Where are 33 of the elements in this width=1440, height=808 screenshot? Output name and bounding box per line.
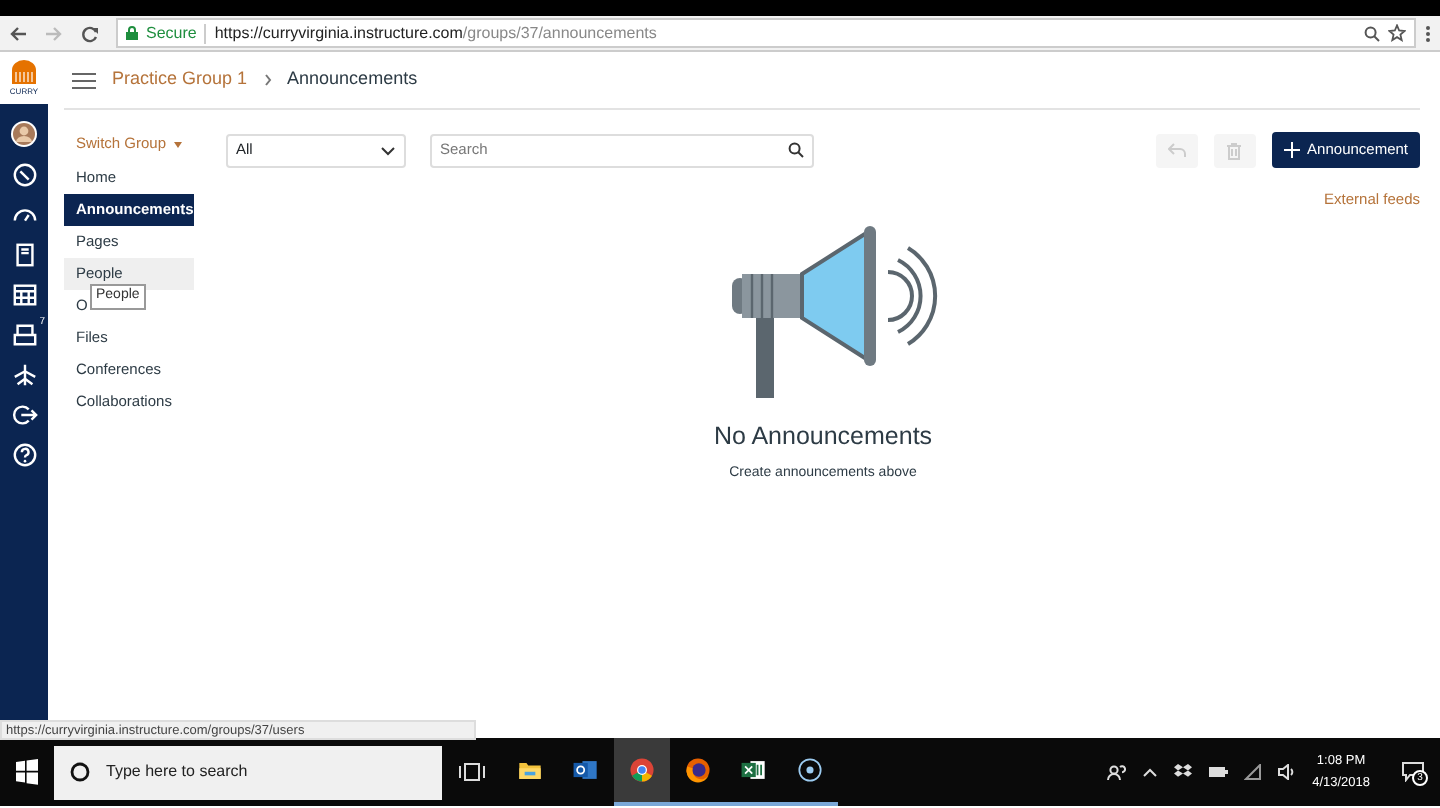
search-icon[interactable] <box>70 762 90 782</box>
search-icon[interactable] <box>788 142 804 158</box>
book-icon[interactable] <box>11 242 37 268</box>
lock-icon <box>126 26 138 40</box>
chevron-icon <box>263 74 272 86</box>
breadcrumb-link[interactable]: Practice Group 1 <box>112 66 248 94</box>
reload-icon[interactable] <box>80 23 100 43</box>
page-title: Announcements <box>287 66 418 93</box>
taskbar-app-button[interactable] <box>614 738 670 806</box>
logout-icon[interactable] <box>11 402 37 428</box>
notification-icon[interactable] <box>1402 762 1424 782</box>
empty-state-title: No Announcements <box>713 420 933 455</box>
url-text: https://curryvirginia.instructure.com/groups/37/announcements <box>214 21 657 45</box>
zoom-icon[interactable] <box>1364 25 1380 41</box>
browser-icon <box>682 752 714 788</box>
star-icon[interactable] <box>1388 24 1406 42</box>
task-view-icon[interactable] <box>458 762 486 782</box>
secure-label: Secure <box>146 21 197 45</box>
caret-icon[interactable] <box>174 141 183 147</box>
help-icon[interactable] <box>11 442 37 468</box>
calendar-icon[interactable] <box>11 282 37 308</box>
avatar-icon[interactable] <box>10 120 38 148</box>
volume-icon[interactable] <box>1278 764 1297 780</box>
plus-icon[interactable] <box>1283 142 1300 158</box>
menu-icon[interactable] <box>1424 23 1432 43</box>
battery-icon[interactable] <box>1208 766 1229 778</box>
menu-icon[interactable] <box>72 71 96 89</box>
people-icon[interactable] <box>1106 762 1127 782</box>
taskbar-search-field[interactable]: Type here to search <box>54 745 442 799</box>
chevron-down-icon[interactable] <box>380 145 396 155</box>
back-icon[interactable] <box>8 23 28 43</box>
address-bar[interactable]: Secure https://curryvirginia.instructure.com/groups/37/announcements <box>116 18 1416 48</box>
chevron-up-icon[interactable] <box>1142 766 1159 778</box>
